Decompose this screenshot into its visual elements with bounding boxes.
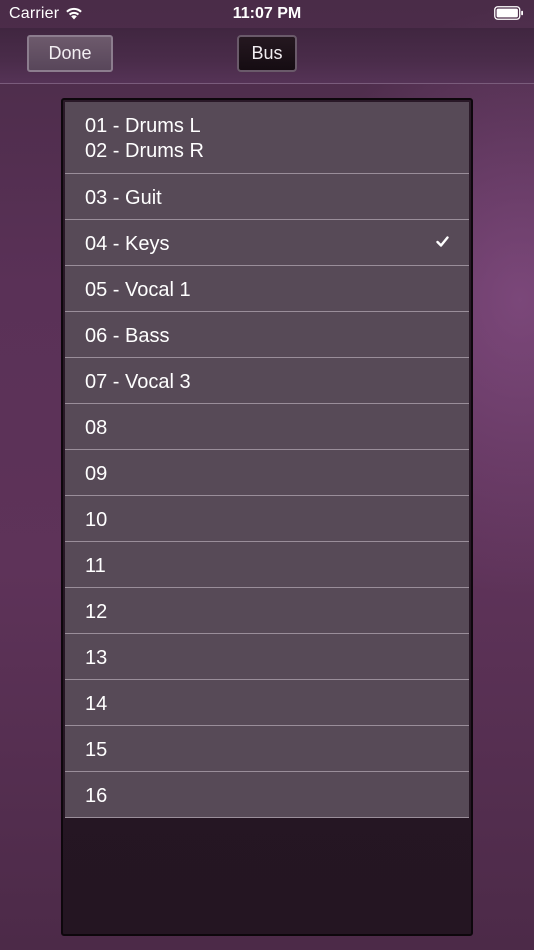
status-bar: Carrier 11:07 PM	[0, 0, 534, 28]
list-item-label: 04 - Keys	[85, 233, 170, 255]
bus-button[interactable]: Bus	[237, 35, 297, 72]
bus-list-panel: 01 - Drums L 02 - Drums R 03 - Guit 04 - K…	[61, 98, 473, 936]
list-item-label: 06 - Bass	[85, 325, 170, 347]
list-item[interactable]: 06 - Bass	[65, 312, 469, 358]
list-item[interactable]: 16	[65, 772, 469, 818]
toolbar: Done Bus	[0, 28, 534, 84]
battery-icon	[494, 6, 523, 20]
list-item[interactable]: 01 - Drums L 02 - Drums R	[65, 102, 469, 174]
list-item-label: 09	[85, 463, 108, 485]
list-item[interactable]: 09	[65, 450, 469, 496]
list-item[interactable]: 13	[65, 634, 469, 680]
list-item-label: 13	[85, 647, 108, 669]
list-item-label: 08	[85, 417, 108, 439]
list-item[interactable]: 15	[65, 726, 469, 772]
list-item[interactable]: 03 - Guit	[65, 174, 469, 220]
list-item-label: 01 - Drums L 02 - Drums R	[85, 115, 204, 162]
list-item[interactable]: 14	[65, 680, 469, 726]
list-item-label: 10	[85, 509, 108, 531]
list-item-label: 12	[85, 601, 108, 623]
list-item[interactable]: 07 - Vocal 3	[65, 358, 469, 404]
list-item[interactable]: 11	[65, 542, 469, 588]
list-item[interactable]: 10	[65, 496, 469, 542]
checkmark-icon	[436, 236, 449, 247]
bus-list[interactable]: 01 - Drums L 02 - Drums R 03 - Guit 04 - K…	[65, 102, 469, 818]
list-item[interactable]: 04 - Keys	[65, 220, 469, 266]
list-item[interactable]: 05 - Vocal 1	[65, 266, 469, 312]
list-item[interactable]: 08	[65, 404, 469, 450]
list-item[interactable]: 12	[65, 588, 469, 634]
list-item-label: 15	[85, 739, 108, 761]
clock: 11:07 PM	[232, 5, 302, 22]
list-item-label: 16	[85, 785, 108, 807]
list-item-label: 05 - Vocal 1	[85, 279, 191, 301]
list-item-label: 11	[85, 555, 106, 577]
done-button[interactable]: Done	[27, 35, 113, 72]
list-item-label: 07 - Vocal 3	[85, 371, 191, 393]
list-item-label: 14	[85, 693, 108, 715]
list-item-label: 03 - Guit	[85, 187, 162, 209]
